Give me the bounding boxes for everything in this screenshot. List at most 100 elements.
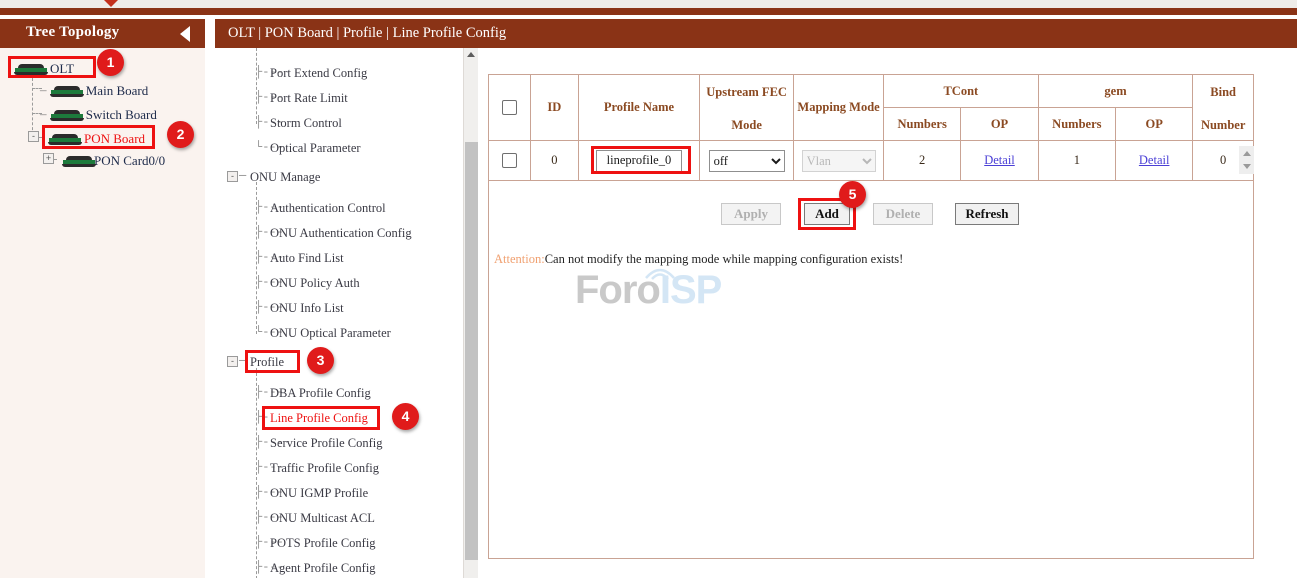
nav-item-label: Authentication Control xyxy=(270,201,386,215)
row-select-cell xyxy=(489,141,531,181)
col-header-bind-number: Bind Number xyxy=(1193,75,1254,141)
highlight-line-profile xyxy=(262,406,380,430)
pointer-triangle-icon xyxy=(104,0,118,7)
tree-node-switch-board[interactable]: – Switch Board xyxy=(40,106,157,123)
nav-item-traffic-profile-config[interactable]: Traffic Profile Config xyxy=(270,461,379,476)
nav-item-label: Auto Find List xyxy=(270,251,344,265)
highlight-profile xyxy=(245,350,300,373)
nav-item-label: ONU Optical Parameter xyxy=(270,326,391,340)
annotation-badge-5: 5 xyxy=(839,181,866,208)
annotation-badge-4: 4 xyxy=(392,403,419,430)
mapping-mode-select: Vlan xyxy=(802,150,876,172)
apply-button[interactable]: Apply xyxy=(721,203,781,225)
nav-item-onu-info-list[interactable]: ONU Info List xyxy=(270,301,344,316)
tree-topology-panel xyxy=(0,19,205,578)
table-row-scrollbar[interactable] xyxy=(1239,146,1254,174)
tree-node-pon-card[interactable]: PON Card0/0 xyxy=(62,152,165,169)
cell-mapping-mode: Vlan xyxy=(794,141,884,181)
nav-item-service-profile-config[interactable]: Service Profile Config xyxy=(270,436,382,451)
col-header-gem: gem xyxy=(1038,75,1193,108)
row-checkbox[interactable] xyxy=(502,153,517,168)
tree-expander-pon-board[interactable]: - xyxy=(28,131,39,142)
delete-button[interactable]: Delete xyxy=(873,203,933,225)
top-pale-strip xyxy=(0,0,1297,8)
device-icon xyxy=(62,156,92,167)
scroll-up-arrow-icon[interactable] xyxy=(467,52,475,57)
cell-tcont-numbers: 2 xyxy=(884,141,961,181)
nav-item-pots-profile-config[interactable]: POTS Profile Config xyxy=(270,536,376,551)
col-header-mapping-mode: Mapping Mode xyxy=(794,75,884,141)
col-header-gem-numbers: Numbers xyxy=(1038,108,1115,141)
attention-label: Attention: xyxy=(494,252,545,266)
nav-expander-onu-manage[interactable]: - xyxy=(227,171,238,182)
nav-item-agent-profile-config[interactable]: Agent Profile Config xyxy=(270,561,376,576)
nav-connector-dash: ─ xyxy=(239,169,246,183)
highlight-pon-board xyxy=(42,125,155,149)
nav-expander-profile[interactable]: - xyxy=(227,356,238,367)
col-header-line1: Bind xyxy=(1193,83,1253,100)
nav-item-label: Traffic Profile Config xyxy=(270,461,379,475)
refresh-button[interactable]: Refresh xyxy=(955,203,1019,225)
nav-item-label: DBA Profile Config xyxy=(270,386,371,400)
tree-expander-pon-card[interactable]: + xyxy=(43,153,54,164)
col-header-line1: Upstream FEC xyxy=(700,83,793,100)
tree-node-label: Main Board xyxy=(86,83,148,98)
nav-item-onu-policy-auth[interactable]: ONU Policy Auth xyxy=(270,276,360,291)
gem-detail-link[interactable]: Detail xyxy=(1139,153,1170,167)
nav-item-label: POTS Profile Config xyxy=(270,536,376,550)
nav-item-label: ONU Info List xyxy=(270,301,344,315)
tcont-detail-link[interactable]: Detail xyxy=(984,153,1015,167)
nav-item-onu-multicast-acl[interactable]: ONU Multicast ACL xyxy=(270,511,375,526)
col-header-tcont-op: OP xyxy=(961,108,1038,141)
col-header-upstream-fec-mode: Upstream FEC Mode xyxy=(700,75,794,141)
nav-item-dba-profile-config[interactable]: DBA Profile Config xyxy=(270,386,371,401)
annotation-badge-2: 2 xyxy=(167,121,194,148)
scrollbar-thumb[interactable] xyxy=(465,142,478,560)
nav-item-label: Service Profile Config xyxy=(270,436,382,450)
nav-item-label: ONU Manage xyxy=(250,170,320,184)
col-header-id: ID xyxy=(530,75,578,141)
nav-item-label: ONU Authentication Config xyxy=(270,226,412,240)
tree-topology-title: Tree Topology xyxy=(26,24,119,41)
highlight-olt xyxy=(8,56,96,78)
nav-item-optical-parameter[interactable]: Optical Parameter xyxy=(270,141,361,156)
cell-tcont-op: Detail xyxy=(961,141,1038,181)
nav-item-port-extend-config[interactable]: Port Extend Config xyxy=(270,66,367,81)
tree-node-main-board[interactable]: – Main Board xyxy=(40,82,148,99)
nav-item-label: ONU Policy Auth xyxy=(270,276,360,290)
breadcrumb: OLT | PON Board | Profile | Line Profile… xyxy=(228,25,506,42)
highlight-profile-name-input xyxy=(591,146,691,174)
navtree-scrollbar[interactable] xyxy=(463,48,478,578)
nav-item-storm-control[interactable]: Storm Control xyxy=(270,116,342,131)
nav-item-auto-find-list[interactable]: Auto Find List xyxy=(270,251,344,266)
col-header-tcont-numbers: Numbers xyxy=(884,108,961,141)
wifi-arcs-icon xyxy=(642,264,678,280)
nav-item-authentication-control[interactable]: Authentication Control xyxy=(270,201,386,216)
top-brand-strip xyxy=(0,8,1297,15)
select-all-checkbox[interactable] xyxy=(502,100,517,115)
nav-item-label: Port Rate Limit xyxy=(270,91,348,105)
device-icon xyxy=(50,86,84,97)
cell-fec-mode: off xyxy=(700,141,794,181)
device-icon xyxy=(50,110,84,121)
nav-item-label: Agent Profile Config xyxy=(270,561,376,575)
nav-item-onu-optical-parameter[interactable]: ONU Optical Parameter xyxy=(270,326,391,341)
nav-item-label: ONU Multicast ACL xyxy=(270,511,375,525)
chevron-left-icon[interactable] xyxy=(180,26,190,42)
scroll-up-arrow-icon[interactable] xyxy=(1243,151,1251,156)
nav-item-label: Port Extend Config xyxy=(270,66,367,80)
col-header-profile-name: Profile Name xyxy=(578,75,699,141)
nav-item-port-rate-limit[interactable]: Port Rate Limit xyxy=(270,91,348,106)
nav-item-onu-igmp-profile[interactable]: ONU IGMP Profile xyxy=(270,486,368,501)
nav-connector xyxy=(256,48,257,124)
annotation-badge-3: 3 xyxy=(307,347,334,374)
cell-gem-numbers: 1 xyxy=(1038,141,1115,181)
col-header-gem-op: OP xyxy=(1116,108,1193,141)
upstream-fec-mode-select[interactable]: off xyxy=(709,150,785,172)
col-header-tcont: TCont xyxy=(884,75,1039,108)
scroll-down-arrow-icon[interactable] xyxy=(1243,164,1251,169)
nav-item-onu-manage[interactable]: ONU Manage xyxy=(250,170,320,185)
cell-id: 0 xyxy=(530,141,578,181)
nav-item-onu-authentication-config[interactable]: ONU Authentication Config xyxy=(270,226,412,241)
navigation-tree: ├--- Port Extend Config ├--- Port Rate L… xyxy=(215,48,478,578)
